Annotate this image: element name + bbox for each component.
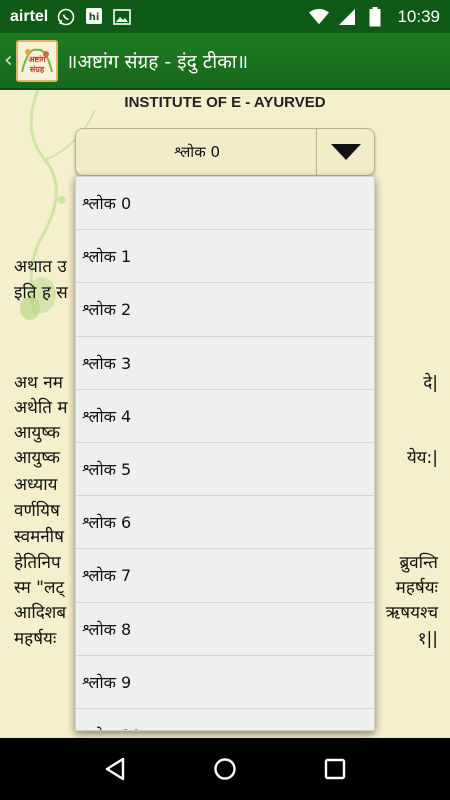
clock: 10:39 <box>397 6 440 26</box>
verse-line: इति ह स <box>14 283 68 303</box>
dropdown-item[interactable]: श्लोक 3 <box>76 336 374 390</box>
svg-text:अष्टांग: अष्टांग <box>28 55 46 64</box>
image-icon <box>112 7 132 27</box>
dropdown-arrow-icon[interactable] <box>316 129 374 175</box>
home-icon[interactable] <box>205 749 245 789</box>
dropdown-item[interactable]: श्लोक 6 <box>76 496 374 550</box>
dropdown-item[interactable]: श्लोक 4 <box>76 389 374 443</box>
dropdown-item[interactable]: श्लोक 5 <box>76 442 374 497</box>
back-icon[interactable] <box>95 749 135 789</box>
hi-icon: hi <box>84 7 104 27</box>
recents-icon[interactable] <box>315 749 355 789</box>
dropdown-item[interactable]: श्लोक 7 <box>76 549 374 603</box>
verse-line: अथेति म <box>14 398 68 418</box>
app-logo[interactable]: अष्टांग संग्रह <box>16 39 58 82</box>
svg-text:hi: hi <box>89 12 100 23</box>
app-bar: ‹ अष्टांग संग्रह ॥अष्टांग संग्रह - इंदु … <box>0 33 450 90</box>
carrier-label: airtel <box>10 7 49 25</box>
verse-line: आयुष्क <box>14 448 60 468</box>
verse-line: स्वमनीष <box>14 527 64 547</box>
verse-line: वर्णयिष <box>14 501 60 521</box>
verse-line: स्म "लट् <box>14 578 65 598</box>
navigation-bar <box>0 738 450 800</box>
status-bar: airtel hi 10:39 <box>0 0 450 33</box>
verse-line: महर्षयः <box>14 629 57 649</box>
verse-line: दे| <box>423 373 438 393</box>
select-value: श्लोक 0 <box>173 143 221 161</box>
dropdown-item[interactable]: श्लोक 10 <box>76 708 374 730</box>
verse-line: ब्रुवन्ति <box>399 553 439 573</box>
content-area: INSTITUTE OF E - AYURVED श्लोक 0 अथात उ … <box>0 90 450 738</box>
verse-line: येय:| <box>406 448 438 468</box>
dropdown-item[interactable]: श्लोक 9 <box>76 655 374 709</box>
svg-text:संग्रह: संग्रह <box>29 65 45 74</box>
verse-line: महर्षयः <box>395 578 438 598</box>
dropdown-item[interactable]: श्लोक 1 <box>76 230 374 284</box>
dropdown-item[interactable]: श्लोक 0 <box>76 177 374 231</box>
verse-line: अध्याय <box>14 475 58 495</box>
dropdown-item[interactable]: श्लोक 2 <box>76 283 374 337</box>
whatsapp-icon <box>56 7 76 27</box>
shloka-select[interactable]: श्लोक 0 <box>75 128 375 176</box>
signal-icon <box>337 7 357 27</box>
verse-line: हेतिनिप <box>14 553 61 573</box>
verse-line: अथात उ <box>14 257 67 277</box>
verse-line: ऋषयश्च <box>385 603 438 623</box>
verse-line: आदिशब <box>14 603 67 623</box>
wifi-icon <box>309 7 330 27</box>
up-chevron-icon[interactable]: ‹ <box>4 48 14 73</box>
verse-line: आयुष्क <box>14 423 60 443</box>
shloka-dropdown-list[interactable]: श्लोक 0 श्लोक 1 श्लोक 2 श्लोक 3 श्लोक 4 … <box>75 176 375 731</box>
app-title: ॥अष्टांग संग्रह - इंदु टीका॥ <box>66 50 249 73</box>
verse-line: अथ नम <box>14 373 63 393</box>
dropdown-item[interactable]: श्लोक 8 <box>76 602 374 656</box>
institute-heading: INSTITUTE OF E - AYURVED <box>124 94 326 111</box>
battery-icon <box>365 6 385 27</box>
verse-line: १|| <box>417 629 438 649</box>
